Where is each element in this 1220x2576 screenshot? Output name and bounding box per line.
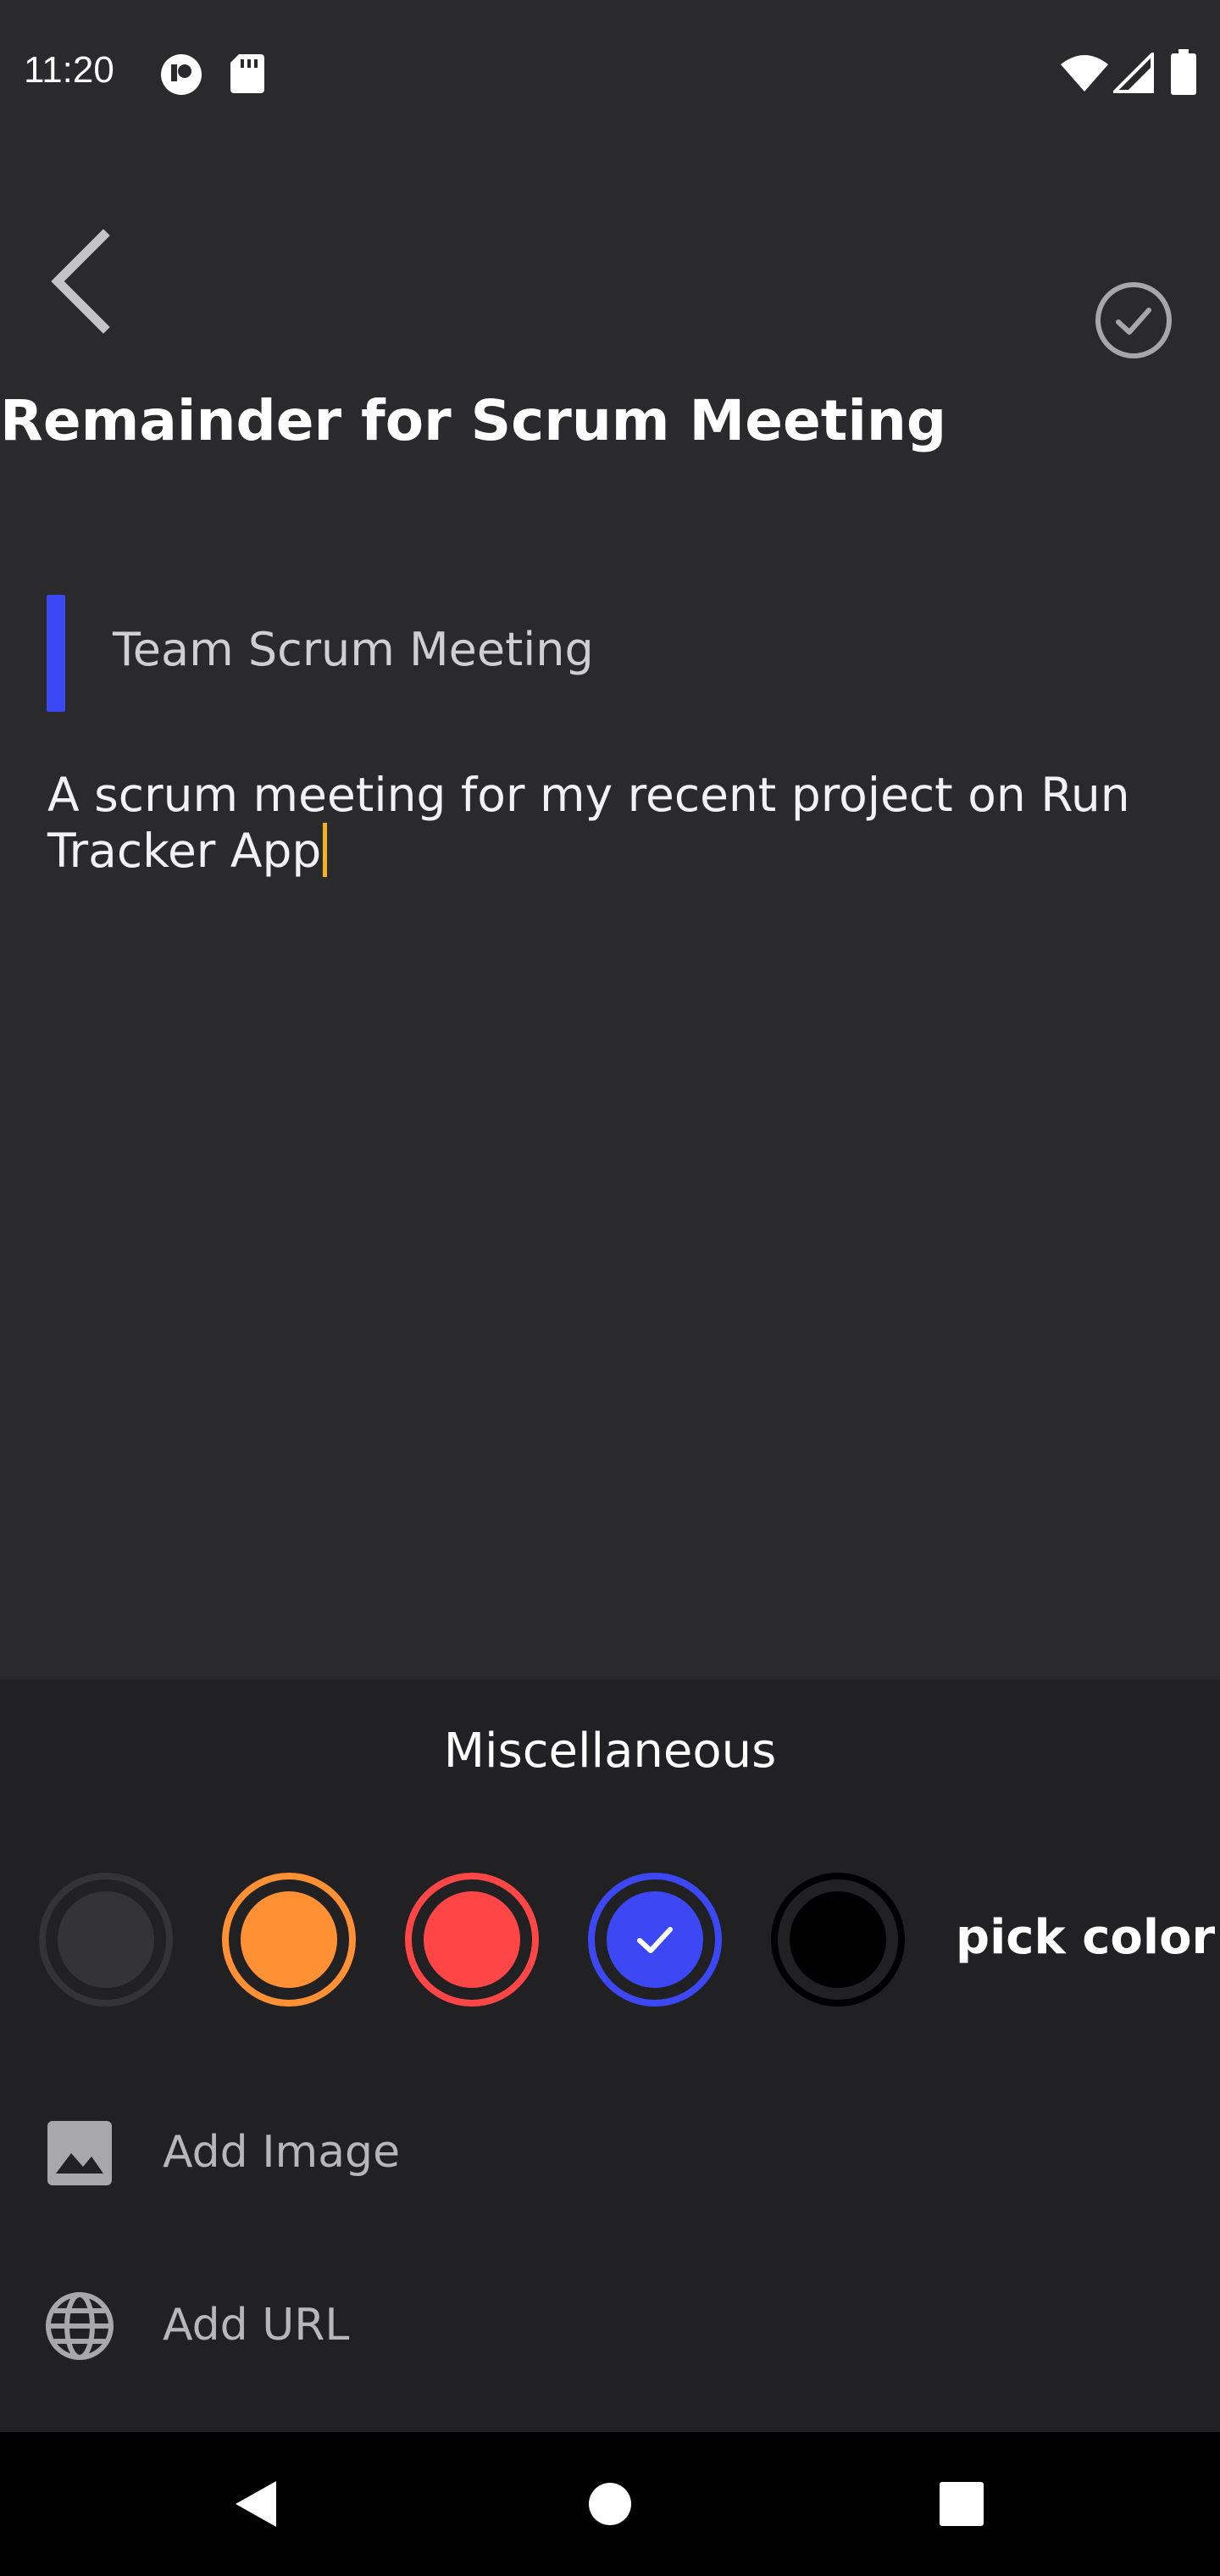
system-nav-bar (0, 2432, 1220, 2576)
color-swatch-blue[interactable] (588, 1873, 722, 2007)
add-image-button[interactable]: Add Image (0, 2090, 1220, 2217)
add-image-label: Add Image (163, 2127, 401, 2178)
home-circle-icon[interactable] (572, 2466, 648, 2542)
globe-icon (46, 2292, 114, 2360)
signal-icon (1113, 53, 1154, 93)
color-swatch-default[interactable] (39, 1873, 173, 2007)
sheet-title[interactable]: Miscellaneous (0, 1724, 1220, 1779)
status-bar: 11:20 (0, 0, 1220, 144)
add-url-label: Add URL (163, 2300, 350, 2351)
note-subtitle-input[interactable]: Team Scrum Meeting (113, 623, 594, 676)
wifi-icon (1061, 55, 1108, 92)
swatch-fill (790, 1891, 886, 1988)
color-swatch-red[interactable] (405, 1873, 539, 2007)
color-swatch-orange[interactable] (222, 1873, 356, 2007)
note-title-input[interactable]: Remainder for Scrum Meeting (0, 388, 1186, 453)
check-icon (637, 1927, 673, 1953)
sd-card-icon (230, 54, 264, 93)
back-triangle-icon[interactable] (217, 2466, 293, 2542)
swatch-fill (607, 1891, 703, 1988)
recents-square-icon[interactable] (923, 2466, 1000, 2542)
note-body-input[interactable]: A scrum meeting for my recent project on… (47, 767, 1183, 879)
pick-color-button[interactable]: pick color (956, 1910, 1215, 1965)
add-url-button[interactable]: Add URL (0, 2262, 1220, 2390)
swatch-fill (58, 1891, 154, 1988)
note-body-text: A scrum meeting for my recent project on… (47, 768, 1130, 878)
swatch-fill (424, 1891, 520, 1988)
battery-icon (1171, 49, 1196, 95)
color-swatch-black[interactable] (771, 1873, 905, 2007)
note-color-indicator (47, 595, 65, 712)
status-time: 11:20 (24, 49, 114, 91)
swatch-fill (241, 1891, 337, 1988)
text-cursor (323, 823, 328, 877)
save-button[interactable] (1093, 280, 1174, 361)
notification-icon (161, 54, 202, 95)
image-icon (47, 2121, 112, 2185)
back-button[interactable] (42, 222, 119, 341)
